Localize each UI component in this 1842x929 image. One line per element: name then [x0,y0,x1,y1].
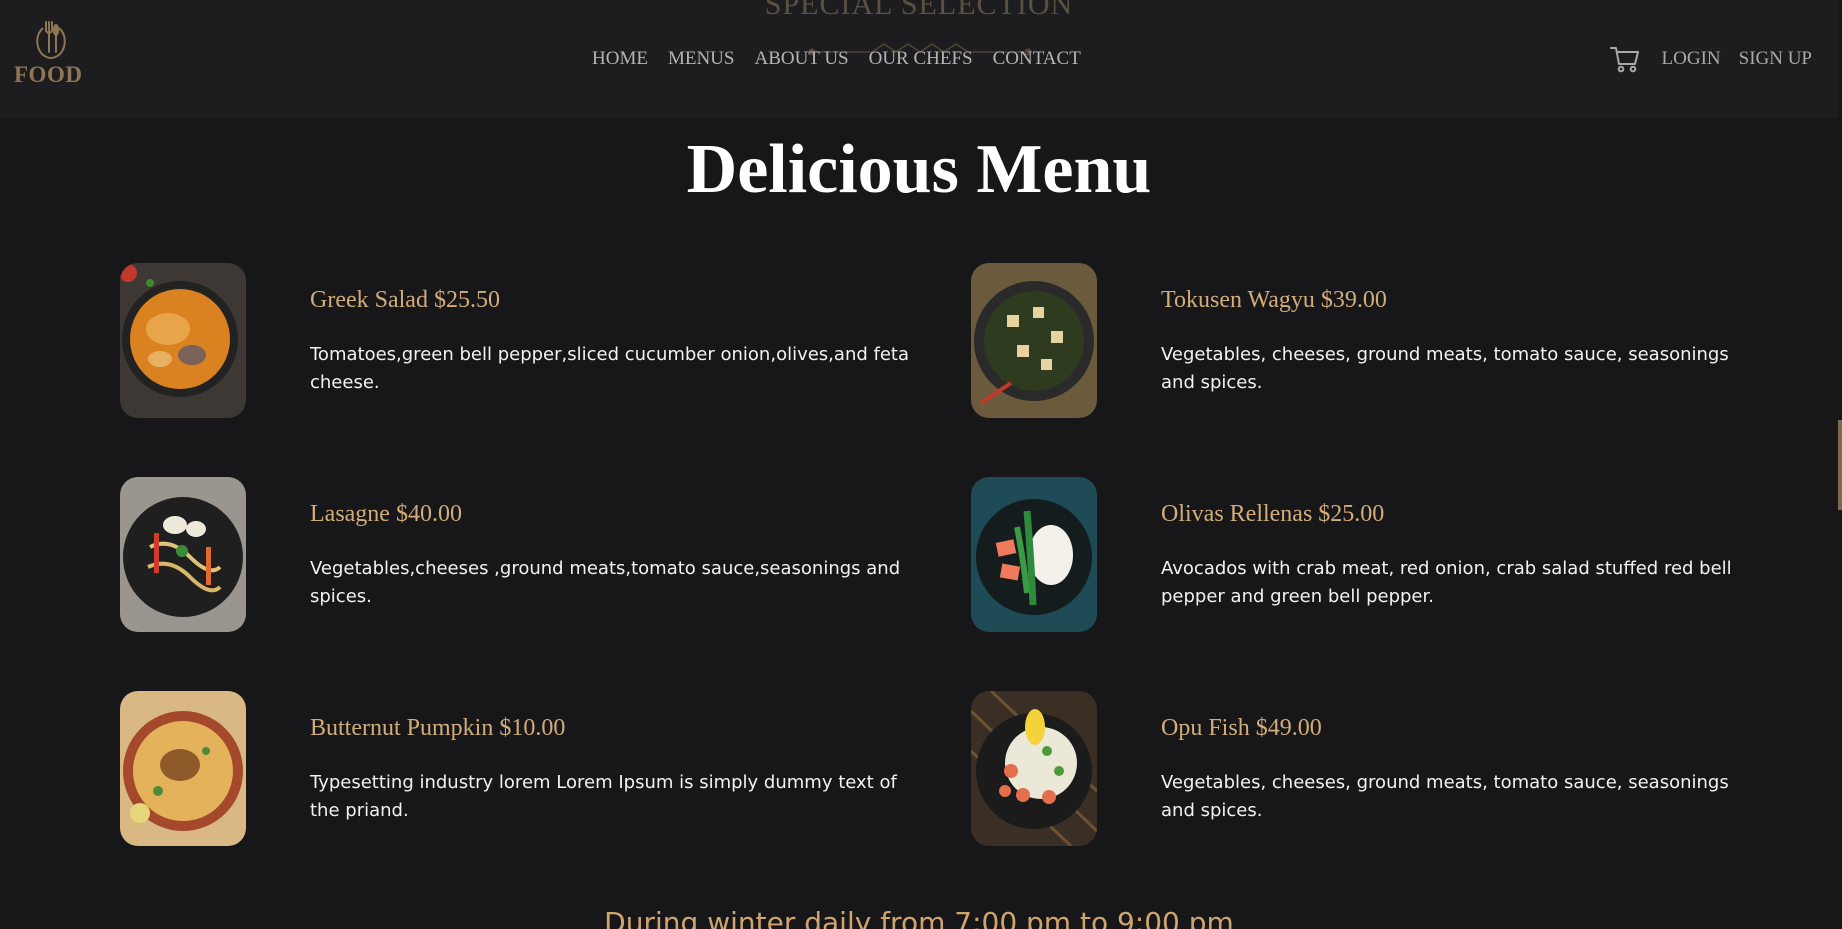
dish-image-shrimp-rice [971,691,1097,846]
dish-image-salmon-rice [971,477,1097,632]
dish-image-curry [120,263,246,418]
dish-name: Tokusen Wagyu $39.00 [1161,287,1387,313]
menu-item: Greek Salad $25.50 Tomatoes,green bell p… [120,263,909,418]
navbar: SPECIAL SELECTION FOOD HOME MENUS ABOUT … [0,0,1838,118]
dish-name: Olivas Rellenas $25.00 [1161,501,1385,527]
dish-name: Butternut Pumpkin $10.00 [310,715,566,741]
logo-text: FOOD [14,62,83,87]
dish-description: Avocados with crab meat, red onion, crab… [1161,558,1732,607]
dish-description: Tomatoes,green bell pepper,sliced cucumb… [310,344,909,393]
nav-contact[interactable]: CONTACT [993,48,1081,70]
menu-item: Lasagne $40.00 Vegetables,cheeses ,groun… [120,477,900,632]
dish-description: Vegetables, cheeses, ground meats, tomat… [1161,772,1729,821]
section-title: Delicious Menu [686,131,1152,208]
dish-description: Vegetables, cheeses, ground meats, tomat… [1161,344,1729,393]
login-link[interactable]: LOGIN [1662,48,1721,70]
dish-image-biryani [120,691,246,846]
signup-link[interactable]: SIGN UP [1739,48,1812,70]
menu-item: Olivas Rellenas $25.00 Avocados with cra… [971,477,1732,632]
nav-about-us[interactable]: ABOUT US [754,48,848,70]
nav-our-chefs[interactable]: OUR CHEFS [869,48,973,70]
main-nav: HOME MENUS ABOUT US OUR CHEFS CONTACT [592,48,1081,70]
dish-name: Lasagne $40.00 [310,501,462,527]
dish-image-noodles [120,477,246,632]
ghost-section-title: SPECIAL SELECTION [764,0,1074,21]
menu-item: Tokusen Wagyu $39.00 Vegetables, cheeses… [971,263,1731,418]
dish-image-palak-paneer [971,263,1097,418]
page: SPECIAL SELECTION FOOD HOME MENUS ABOUT … [0,0,1842,929]
dish-name: Greek Salad $25.50 [310,287,500,313]
fork-spoon-icon [36,21,66,60]
nav-home[interactable]: HOME [592,48,648,70]
nav-menus[interactable]: MENUS [668,48,735,70]
cart-icon[interactable] [1609,44,1640,74]
dish-description: Vegetables,cheeses ,ground meats,tomato … [310,558,901,607]
menu-item: Opu Fish $49.00 Vegetables, cheeses, gro… [971,691,1731,846]
dish-name: Opu Fish $49.00 [1161,715,1322,741]
menu-item: Butternut Pumpkin $10.00 Typesetting ind… [120,691,897,846]
opening-hours: During winter daily from 7:00 pm to 9:00… [604,906,1234,929]
logo[interactable]: FOOD [14,18,88,88]
dish-description: Typesetting industry lorem Lorem Ipsum i… [310,772,897,821]
scrollbar-thumb[interactable] [1838,420,1842,510]
auth-area: LOGIN SIGN UP [1609,44,1812,74]
